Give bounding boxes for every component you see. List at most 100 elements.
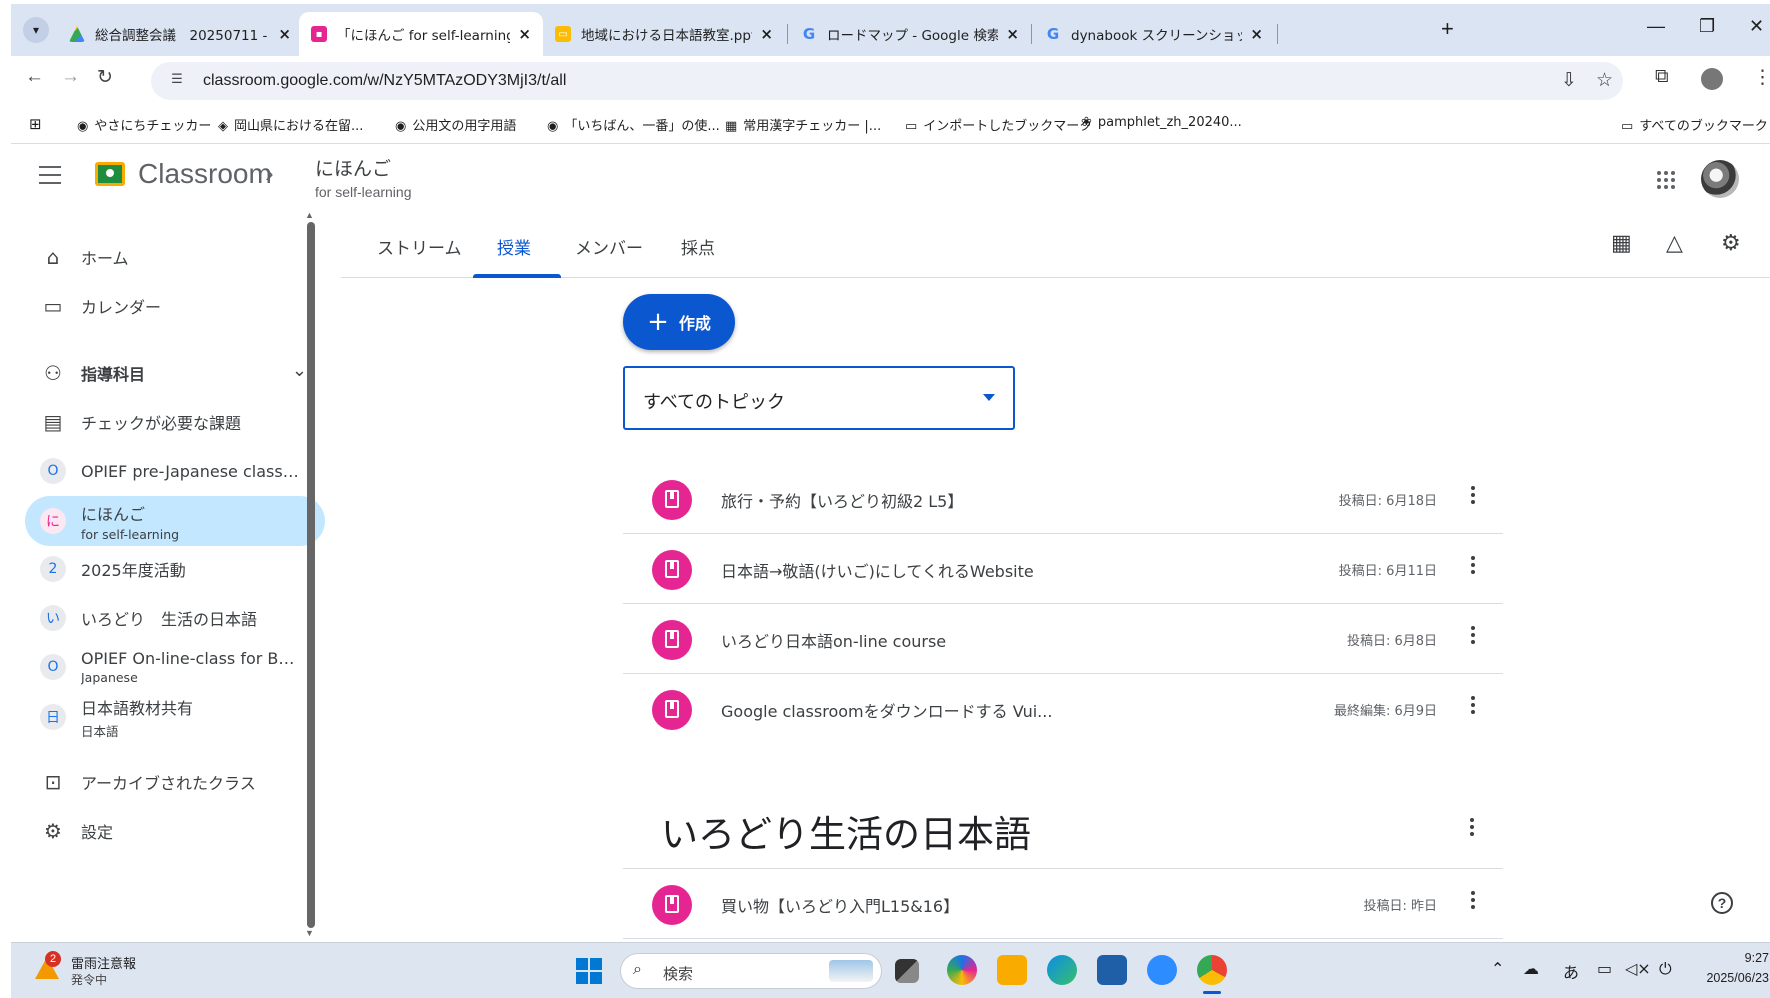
topic-title[interactable]: いろどり生活の日本語	[661, 804, 1031, 858]
ime-indicator[interactable]: あ	[1563, 959, 1579, 983]
task-view-icon[interactable]	[895, 959, 919, 983]
sidebar-class-item[interactable]: O OPIEF pre-Japanese class f...	[25, 446, 329, 496]
classroom-logo-icon[interactable]	[95, 162, 125, 186]
sidebar-class-item-active[interactable]: に にほんご for self-learning	[25, 496, 325, 546]
minimize-icon[interactable]: —	[1647, 16, 1665, 37]
classwork-item[interactable]: Google classroomをダウンロードする Vui... 最終編集: 6…	[623, 674, 1503, 744]
class-section: for self-learning	[315, 184, 412, 200]
tab-people[interactable]: メンバー	[575, 234, 643, 259]
sidebar-item-home[interactable]: ⌂ ホーム	[25, 232, 329, 282]
chrome-icon[interactable]	[1197, 955, 1227, 985]
bookmark-item[interactable]: ◈ 岡山県における在留...	[218, 115, 363, 134]
address-bar[interactable]: ☰ classroom.google.com/w/NzY5MTAzODY3MjI…	[151, 62, 1623, 100]
browser-tab-search-2[interactable]: G dynabook スクリーンショット - Goo ×	[1033, 12, 1275, 56]
install-app-icon[interactable]: ⇩	[1561, 69, 1577, 92]
tab-stream[interactable]: ストリーム	[377, 234, 462, 259]
more-options-icon[interactable]	[1471, 556, 1475, 576]
scroll-up-arrow[interactable]: ▲	[305, 210, 314, 220]
file-explorer-icon[interactable]	[997, 955, 1027, 985]
bookmark-item[interactable]: ◉ 「いちばん、一番」の使...	[547, 115, 720, 134]
apps-grid-icon[interactable]: ⊞	[29, 115, 42, 133]
close-icon[interactable]: ×	[1250, 25, 1263, 43]
clock-time[interactable]: 9:27	[1731, 951, 1769, 965]
more-options-icon[interactable]	[1471, 891, 1475, 911]
forward-icon[interactable]: →	[61, 66, 80, 88]
browser-tab-search[interactable]: G ロードマップ - Google 検索 ×	[789, 12, 1031, 56]
site-info-icon[interactable]: ☰	[167, 71, 187, 91]
reload-icon[interactable]: ↻	[97, 66, 113, 89]
cloud-icon[interactable]: ☁	[1523, 959, 1539, 978]
bookmark-item[interactable]: ◉ やさにちチェッカー	[77, 115, 211, 134]
edge-icon[interactable]	[1047, 955, 1077, 985]
close-icon[interactable]: ×	[278, 25, 291, 43]
window-close-icon[interactable]: ✕	[1749, 16, 1764, 37]
battery-icon[interactable]: ⏻	[1659, 959, 1672, 979]
new-tab-button[interactable]: +	[1441, 16, 1454, 42]
taskbar-search[interactable]: ⌕ 検索	[620, 953, 882, 989]
volume-icon[interactable]: ◁×	[1625, 959, 1651, 978]
bookmark-item[interactable]: ▦ 常用漢字チェッカー |...	[725, 115, 881, 134]
store-icon[interactable]	[1097, 955, 1127, 985]
sidebar-class-item[interactable]: O OPIEF On-line-class for Beg... Japanes…	[25, 642, 329, 692]
close-icon[interactable]: ×	[760, 25, 773, 43]
browser-tab-drive[interactable]: 総合調整会議 20250711 - Goo ×	[57, 12, 303, 56]
copilot-icon[interactable]	[947, 955, 977, 985]
scroll-down-arrow[interactable]: ▼	[305, 928, 314, 938]
main-menu-icon[interactable]	[39, 166, 61, 184]
back-icon[interactable]: ←	[25, 66, 44, 88]
sidebar-label: 指導科目	[81, 365, 146, 384]
more-options-icon[interactable]	[1471, 486, 1475, 506]
all-bookmarks-folder[interactable]: ▭ すべてのブックマーク	[1621, 115, 1768, 134]
topic-filter-select[interactable]: すべてのトピック	[623, 366, 1015, 430]
bookmark-item[interactable]: ❀ pamphlet_zh_20240...	[1081, 115, 1242, 130]
bookmark-star-icon[interactable]: ☆	[1596, 69, 1613, 92]
tab-grades[interactable]: 採点	[681, 234, 715, 259]
sidebar-item-settings[interactable]: ⚙ 設定	[25, 806, 329, 856]
sidebar-item-to-review[interactable]: ▤ チェックが必要な課題	[25, 397, 329, 447]
sidebar-item-calendar[interactable]: ▭ カレンダー	[25, 281, 329, 331]
google-calendar-icon[interactable]: ▦	[1611, 230, 1632, 256]
google-apps-icon[interactable]	[1657, 171, 1677, 191]
classwork-item[interactable]: 買い物【いろどり入門L15&16】 投稿日: 昨日	[623, 869, 1503, 939]
tab-classwork[interactable]: 授業	[497, 234, 531, 259]
bookmark-item[interactable]: ◉ 公用文の用字用語	[395, 115, 516, 134]
clock-date[interactable]: 2025/06/23	[1691, 971, 1769, 985]
more-options-icon[interactable]	[1471, 626, 1475, 646]
close-icon[interactable]: ×	[518, 25, 531, 43]
help-icon[interactable]: ?	[1711, 892, 1733, 914]
tab-search-button[interactable]: ▾	[23, 17, 49, 43]
sidebar-item-teaching[interactable]: ⚇ 指導科目 ⌄	[25, 348, 329, 398]
url-text[interactable]: classroom.google.com/w/NzY5MTAzODY3MjI3/…	[203, 72, 566, 90]
extensions-icon[interactable]: ⧉	[1655, 66, 1669, 88]
chevron-up-icon[interactable]: ⌃	[1491, 959, 1504, 978]
classwork-item[interactable]: いろどり日本語on-line course 投稿日: 6月8日	[623, 604, 1503, 674]
restore-icon[interactable]: ❐	[1699, 16, 1715, 37]
browser-menu-icon[interactable]: ⋮	[1753, 66, 1770, 89]
classwork-item[interactable]: 旅行・予約【いろどり初級2 L5】 投稿日: 6月18日	[623, 464, 1503, 534]
globe-icon: ◉	[547, 119, 559, 134]
google-drive-folder-icon[interactable]: △	[1666, 230, 1683, 256]
sidebar-scrollbar[interactable]	[307, 222, 315, 928]
profile-avatar[interactable]	[1701, 68, 1723, 90]
weather-title[interactable]: 雷雨注意報	[71, 953, 136, 972]
windows-start-icon[interactable]	[576, 958, 602, 984]
topic-more-options-icon[interactable]	[1470, 818, 1474, 839]
app-title[interactable]: Classroom	[138, 158, 272, 190]
zoom-icon[interactable]	[1147, 955, 1177, 985]
class-settings-gear-icon[interactable]: ⚙	[1721, 230, 1741, 256]
more-options-icon[interactable]	[1471, 696, 1475, 716]
browser-tab-classroom[interactable]: ▪ 「にほんご for self-learning」の授業 ×	[299, 12, 543, 56]
sidebar-class-item[interactable]: 2 2025年度活動	[25, 544, 329, 594]
create-button[interactable]: + 作成	[623, 294, 735, 350]
network-icon[interactable]: ▭	[1597, 959, 1612, 978]
chevron-down-icon[interactable]: ⌄	[292, 360, 307, 381]
close-icon[interactable]: ×	[1006, 25, 1019, 43]
class-section: 日本語	[81, 723, 119, 739]
browser-tab-slides[interactable]: ▭ 地域における日本語教室.pptx - G ×	[543, 12, 785, 56]
sidebar-item-archived[interactable]: ⊡ アーカイブされたクラス	[25, 757, 329, 807]
sidebar-class-item[interactable]: い いろどり 生活の日本語	[25, 593, 329, 643]
bookmark-folder[interactable]: ▭ インポートしたブックマーク	[905, 115, 1092, 134]
classwork-item[interactable]: 日本語→敬語(けいご)にしてくれるWebsite 投稿日: 6月11日	[623, 534, 1503, 604]
account-avatar[interactable]	[1701, 160, 1739, 198]
sidebar-class-item[interactable]: 日 日本語教材共有 日本語	[25, 692, 329, 742]
